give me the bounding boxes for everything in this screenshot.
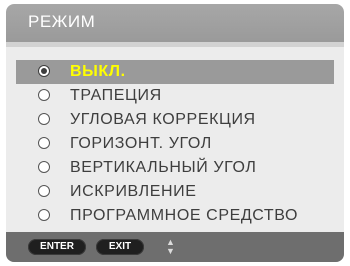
option-label: ВЫКЛ. [70,63,126,80]
option-cornerstone[interactable]: УГЛОВАЯ КОРРЕКЦИЯ [16,108,334,132]
osd-menu-window: РЕЖИМ ВЫКЛ. ТРАПЕЦИЯ УГЛОВАЯ КОРРЕКЦИЯ Г… [6,4,344,262]
radio-icon[interactable] [38,185,50,197]
up-down-arrows-icon: ▲ ▼ [166,237,175,256]
radio-icon[interactable] [38,161,50,173]
radio-icon[interactable] [38,113,50,125]
option-label: ПРОГРАММНОЕ СРЕДСТВО [70,207,299,224]
option-label: УГЛОВАЯ КОРРЕКЦИЯ [70,111,256,128]
option-off[interactable]: ВЫКЛ. [16,60,334,84]
option-pincushion[interactable]: ИСКРИВЛЕНИЕ [16,180,334,204]
exit-key-hint: EXIT [96,239,144,255]
radio-icon[interactable] [38,137,50,149]
option-label: ВЕРТИКАЛЬНЫЙ УГОЛ [70,159,257,176]
radio-selected-icon[interactable] [38,65,50,77]
radio-icon[interactable] [38,89,50,101]
option-pc-tool[interactable]: ПРОГРАММНОЕ СРЕДСТВО [16,204,334,228]
radio-icon[interactable] [38,209,50,221]
menu-title: РЕЖИМ [28,12,96,31]
title-bar: РЕЖИМ [6,4,344,42]
title-separator [6,42,344,47]
option-label: ИСКРИВЛЕНИЕ [70,183,197,200]
enter-key-hint: ENTER [28,239,86,255]
option-label: ТРАПЕЦИЯ [70,87,162,104]
option-vertical-corner[interactable]: ВЕРТИКАЛЬНЫЙ УГОЛ [16,156,334,180]
option-label: ГОРИЗОНТ. УГОЛ [70,135,212,152]
option-keystone[interactable]: ТРАПЕЦИЯ [16,84,334,108]
mode-options-list: ВЫКЛ. ТРАПЕЦИЯ УГЛОВАЯ КОРРЕКЦИЯ ГОРИЗОН… [16,60,334,228]
footer-bar: ENTER EXIT ▲ ▼ [6,232,344,262]
option-horizontal-corner[interactable]: ГОРИЗОНТ. УГОЛ [16,132,334,156]
